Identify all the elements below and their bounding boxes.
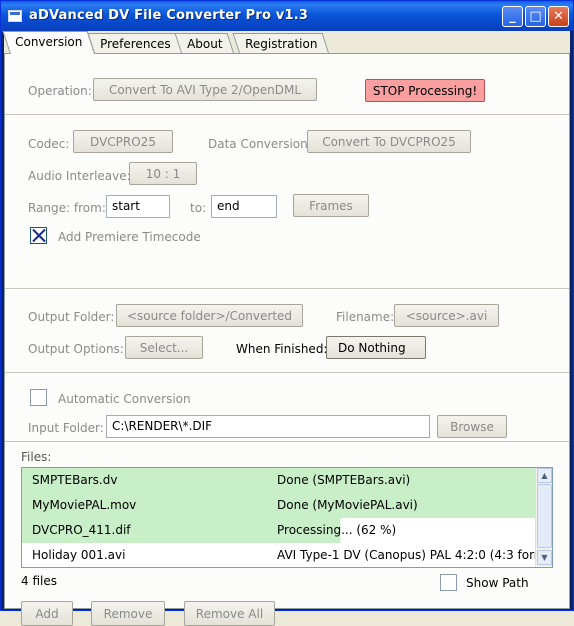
close-button[interactable]: ✕ <box>548 6 569 27</box>
codec-select[interactable]: DVCPRO25 <box>73 130 173 153</box>
data-conversion-label: Data Conversion: <box>208 137 312 151</box>
file-status: Done (SMPTEBars.avi) <box>277 473 411 487</box>
audio-interleave-select[interactable]: 10 : 1 <box>129 162 197 185</box>
output-options-button[interactable]: Select... <box>125 336 203 359</box>
client-area: Conversion Preferences About Registratio… <box>2 31 570 626</box>
range-from-input[interactable]: start <box>106 195 170 218</box>
automatic-conversion-checkbox[interactable] <box>30 389 47 406</box>
when-finished-label: When Finished: <box>236 342 328 356</box>
filename-label: Filename: <box>336 310 395 324</box>
remove-all-button[interactable]: Remove All <box>184 601 275 626</box>
tab-strip: Conversion Preferences About Registratio… <box>2 31 570 54</box>
automatic-conversion-label: Automatic Conversion <box>58 392 191 406</box>
remove-button[interactable]: Remove <box>91 601 165 626</box>
output-folder-label: Output Folder: <box>28 310 115 324</box>
file-row[interactable]: Holiday 001.avi AVI Type-1 DV (Canopus) … <box>22 543 552 567</box>
file-status: AVI Type-1 DV (Canopus) PAL 4:2:0 (4:3 f… <box>277 548 553 562</box>
operation-section: Operation: Convert To AVI Type 2/OpenDML… <box>5 54 569 115</box>
output-options-label: Output Options: <box>28 342 124 356</box>
files-label: Files: <box>21 450 52 464</box>
tab-preferences[interactable]: Preferences <box>87 33 183 53</box>
add-button[interactable]: Add <box>21 601 73 626</box>
premiere-timecode-label: Add Premiere Timecode <box>58 230 201 244</box>
operation-label: Operation: <box>28 84 92 98</box>
minimize-button[interactable]: _ <box>502 6 523 27</box>
file-status: Processing... (62 %) <box>277 523 397 537</box>
range-to-label: to: <box>190 201 207 215</box>
file-count: 4 files <box>21 574 57 588</box>
app-window: aDVanced DV File Converter Pro v1.3 _ □ … <box>0 0 574 626</box>
scroll-up-icon[interactable]: ▲ <box>537 468 552 483</box>
input-folder-input[interactable]: C:\RENDER\*.DIF <box>106 415 430 438</box>
file-row[interactable]: SMPTEBars.dv Done (SMPTEBars.avi) <box>22 468 536 493</box>
codec-section: Codec: DVCPRO25 Data Conversion: Convert… <box>5 115 569 289</box>
data-conversion-select[interactable]: Convert To DVCPRO25 <box>307 130 471 153</box>
tab-about[interactable]: About <box>174 33 235 53</box>
output-folder-select[interactable]: <source folder>/Converted <box>116 304 303 327</box>
file-list[interactable]: SMPTEBars.dv Done (SMPTEBars.avi) MyMovi… <box>21 467 553 568</box>
tab-registration[interactable]: Registration <box>232 33 330 53</box>
range-to-input[interactable]: end <box>211 195 277 218</box>
range-from-label: Range: from: <box>28 201 106 215</box>
file-status: Done (MyMoviePAL.avi) <box>277 498 418 512</box>
file-name: DVCPRO_411.dif <box>32 523 131 537</box>
show-path-label: Show Path <box>466 576 529 590</box>
premiere-timecode-checkbox[interactable] <box>30 227 47 244</box>
when-finished-select[interactable]: Do Nothing <box>326 336 426 359</box>
codec-label: Codec: <box>28 137 70 151</box>
file-name: SMPTEBars.dv <box>32 473 118 487</box>
conversion-panel: Operation: Convert To AVI Type 2/OpenDML… <box>4 53 570 626</box>
title-bar[interactable]: aDVanced DV File Converter Pro v1.3 _ □ … <box>1 1 573 31</box>
file-list-scrollbar[interactable]: ▲ ▼ <box>535 468 552 567</box>
app-icon <box>8 10 22 22</box>
scrollbar-thumb[interactable] <box>537 484 552 548</box>
stop-processing-button[interactable]: STOP Processing! <box>365 79 485 102</box>
show-path-checkbox[interactable] <box>440 574 457 591</box>
operation-select[interactable]: Convert To AVI Type 2/OpenDML <box>93 78 317 101</box>
browse-button[interactable]: Browse <box>437 415 507 438</box>
output-section: Output Folder: <source folder>/Converted… <box>5 289 569 373</box>
filename-select[interactable]: <source>.avi <box>394 304 499 327</box>
automatic-section: Automatic Conversion Input Folder: C:\RE… <box>5 373 569 442</box>
file-name: MyMoviePAL.mov <box>32 498 137 512</box>
maximize-button[interactable]: □ <box>525 6 546 27</box>
input-folder-label: Input Folder: <box>28 421 104 435</box>
audio-interleave-label: Audio Interleave: <box>28 169 131 183</box>
frames-button[interactable]: Frames <box>293 194 369 217</box>
file-name: Holiday 001.avi <box>32 548 126 562</box>
file-row[interactable]: MyMoviePAL.mov Done (MyMoviePAL.avi) <box>22 493 536 518</box>
scroll-down-icon[interactable]: ▼ <box>537 550 552 565</box>
tab-conversion[interactable]: Conversion <box>2 31 96 54</box>
file-row[interactable]: DVCPRO_411.dif Processing... (62 %) <box>22 518 536 543</box>
window-title: aDVanced DV File Converter Pro v1.3 <box>29 8 309 23</box>
